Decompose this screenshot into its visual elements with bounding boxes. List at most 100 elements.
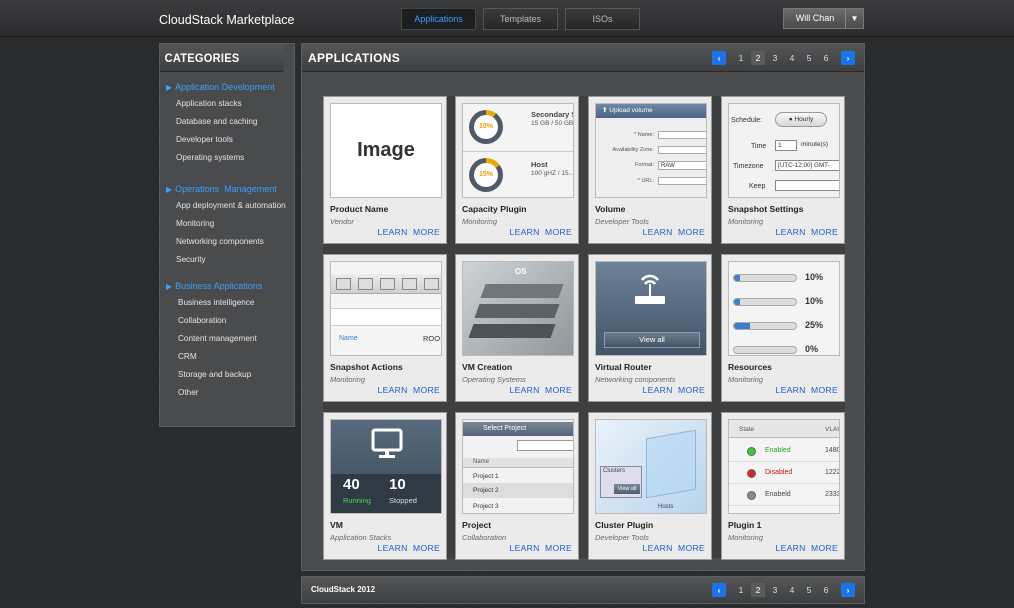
app-card-volume[interactable]: ⬆ Upload volume * Name: Availability Zon…: [588, 96, 712, 244]
learn-more-link[interactable]: LEARN MORE: [642, 385, 705, 395]
learn-more-link[interactable]: LEARN MORE: [775, 385, 838, 395]
table-row[interactable]: Disabled 1222: [729, 464, 839, 484]
table-row[interactable]: Project 3: [473, 503, 499, 510]
hosts-label: Hosts: [658, 504, 674, 510]
category-item[interactable]: Content management: [160, 330, 294, 348]
page-button[interactable]: 3: [768, 583, 782, 597]
app-card-cluster-plugin[interactable]: Clusters View all Hosts Cluster Plugin D…: [588, 412, 712, 560]
snapshot-icon[interactable]: [358, 278, 373, 290]
app-grid: Image Product Name Vendor LEARN MORE 10%…: [323, 96, 845, 560]
category-item[interactable]: Other: [160, 384, 294, 402]
learn-more-link[interactable]: LEARN MORE: [642, 543, 705, 553]
zone-select[interactable]: [658, 146, 706, 154]
keep-field[interactable]: [775, 180, 839, 191]
learn-more-link[interactable]: LEARN MORE: [377, 543, 440, 553]
category-item[interactable]: Monitoring: [160, 215, 294, 233]
app-name: Plugin 1: [728, 520, 762, 530]
learn-more-link[interactable]: LEARN MORE: [775, 227, 838, 237]
server-rack: [474, 304, 560, 318]
category-item[interactable]: Security: [160, 251, 294, 269]
prev-page-button[interactable]: ‹: [712, 51, 726, 65]
chevron-down-icon[interactable]: ▼: [845, 9, 863, 28]
table-row[interactable]: Project 2: [473, 487, 499, 494]
app-card-capacity-plugin[interactable]: 10% Secondary S 15 GB / 50 GB 15% Host 1…: [455, 96, 579, 244]
learn-more-link[interactable]: LEARN MORE: [377, 227, 440, 237]
page-button[interactable]: 1: [734, 51, 748, 65]
remove-icon[interactable]: [402, 278, 417, 290]
app-category: Developer Tools: [595, 217, 649, 226]
page-button[interactable]: 1: [734, 583, 748, 597]
prev-page-button[interactable]: ‹: [712, 583, 726, 597]
app-card-virtual-router[interactable]: View all Virtual Router Networking compo…: [588, 254, 712, 402]
category-item[interactable]: Collaboration: [160, 312, 294, 330]
upload-icon: ⬆: [602, 107, 608, 114]
app-card-vm[interactable]: 40 Running 10 Stopped VM Application Sta…: [323, 412, 447, 560]
category-heading-application-development[interactable]: ▶ Application Development: [160, 79, 294, 95]
app-card-plugin-1[interactable]: State VLAI Enabled 1480 Disabled 1222 Enabel…: [721, 412, 845, 560]
learn-more-link[interactable]: LEARN MORE: [509, 227, 572, 237]
app-card-snapshot-actions[interactable]: Name ROO1 Snapshot Actions Monitoring LE…: [323, 254, 447, 402]
page-button-current[interactable]: 2: [751, 583, 765, 597]
learn-more-link[interactable]: LEARN MORE: [509, 543, 572, 553]
stopped-label: Stopped: [389, 496, 417, 505]
page-button[interactable]: 4: [785, 51, 799, 65]
url-field[interactable]: [658, 177, 706, 185]
category-item[interactable]: CRM: [160, 348, 294, 366]
next-page-button[interactable]: ›: [841, 51, 855, 65]
page-button[interactable]: 5: [802, 51, 816, 65]
user-menu-button[interactable]: Will Chan ▼: [783, 8, 864, 29]
app-card-product-name[interactable]: Image Product Name Vendor LEARN MORE: [323, 96, 447, 244]
page-button-current[interactable]: 2: [751, 51, 765, 65]
categories-sidebar: CATEGORIES ▶ Application Development Appl…: [159, 43, 295, 427]
table-row[interactable]: Project 1: [473, 473, 499, 480]
page-button[interactable]: 6: [819, 51, 833, 65]
footer-text: CloudStack 2012: [311, 585, 376, 594]
app-card-project[interactable]: Select Project Name Project 1 Project 2 …: [455, 412, 579, 560]
app-card-resources[interactable]: 10% 10% 25% 0% Resources Monitoring LEARN M…: [721, 254, 845, 402]
learn-more-link[interactable]: LEARN MORE: [642, 227, 705, 237]
view-all-button[interactable]: View all: [614, 484, 640, 494]
page-button[interactable]: 3: [768, 51, 782, 65]
state-label: Enabeld: [765, 491, 791, 498]
tab-applications[interactable]: Applications: [401, 8, 476, 30]
triangle-right-icon: ▶: [166, 83, 173, 92]
action-toolbar: [331, 274, 441, 294]
page-button[interactable]: 5: [802, 583, 816, 597]
learn-more-link[interactable]: LEARN MORE: [775, 543, 838, 553]
app-card-vm-creation[interactable]: OS VM Creation Operating Systems LEARN M…: [455, 254, 579, 402]
category-item[interactable]: Storage and backup: [160, 366, 294, 384]
project-search-field[interactable]: [517, 440, 573, 451]
time-label: Time: [751, 143, 767, 150]
timezone-select[interactable]: [UTC-12:00] GMT-: [775, 160, 839, 171]
category-item[interactable]: Developer tools: [160, 131, 294, 149]
add-icon[interactable]: [380, 278, 395, 290]
category-heading-business-applications[interactable]: ▶ Business Applications: [160, 278, 294, 294]
tab-isos[interactable]: ISOs: [565, 8, 640, 30]
page-button[interactable]: 4: [785, 583, 799, 597]
app-thumbnail: State VLAI Enabled 1480 Disabled 1222 Enabel…: [728, 419, 840, 514]
page-button[interactable]: 6: [819, 583, 833, 597]
camera-icon[interactable]: [336, 278, 351, 290]
app-card-snapshot-settings[interactable]: Schedule: ● Hourly Time 1 minute(s) Time…: [721, 96, 845, 244]
learn-more-link[interactable]: LEARN MORE: [377, 385, 440, 395]
learn-more-link[interactable]: LEARN MORE: [509, 385, 572, 395]
name-field[interactable]: [658, 131, 706, 139]
category-item[interactable]: Application stacks: [160, 95, 294, 113]
tab-templates[interactable]: Templates: [483, 8, 558, 30]
category-item[interactable]: Networking components: [160, 233, 294, 251]
table-row[interactable]: Enabeld 2333: [729, 486, 839, 506]
hourly-button[interactable]: ● Hourly: [775, 112, 827, 127]
view-all-button[interactable]: View all: [604, 332, 700, 348]
applications-panel: APPLICATIONS ‹ 1 2 3 4 5 6 › Image Produ…: [301, 43, 865, 571]
download-icon[interactable]: [424, 278, 439, 290]
next-page-button[interactable]: ›: [841, 583, 855, 597]
category-item[interactable]: Business intelligence: [160, 294, 294, 312]
table-row[interactable]: Enabled 1480: [729, 442, 839, 462]
time-select[interactable]: 1: [775, 140, 797, 151]
category-item[interactable]: Database and caching: [160, 113, 294, 131]
category-item[interactable]: App deployment & automation: [160, 197, 294, 215]
category-item[interactable]: Operating systems: [160, 149, 294, 167]
category-heading-operations-management[interactable]: ▶ Operations Management: [160, 181, 294, 197]
field-label: Availability Zone:: [612, 147, 654, 153]
format-select[interactable]: RAW: [658, 161, 706, 170]
